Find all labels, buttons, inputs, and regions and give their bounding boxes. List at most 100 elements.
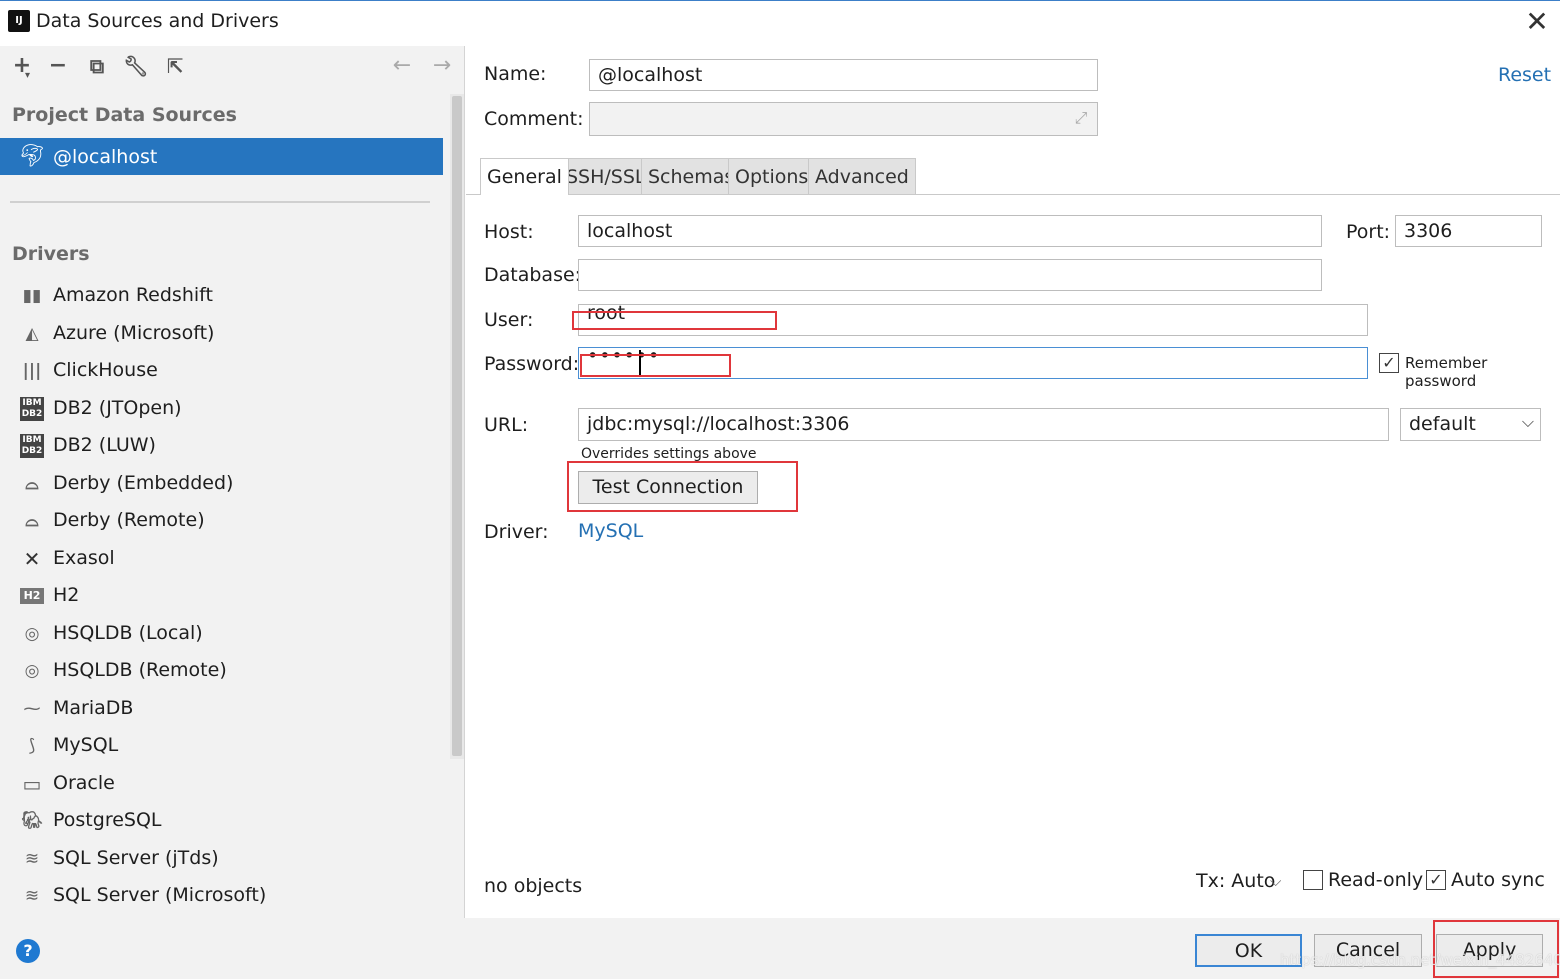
expand-icon[interactable]: ⤢ xyxy=(1071,108,1091,128)
name-input[interactable]: @localhost xyxy=(589,59,1098,91)
azure-icon: ◭ xyxy=(25,324,39,344)
redshift-icon: ▮▮ xyxy=(22,286,42,306)
driver-label: Amazon Redshift xyxy=(53,284,213,306)
driver-label: HSQLDB (Remote) xyxy=(53,659,227,681)
driver-label: Exasol xyxy=(53,547,115,569)
port-label: Port: xyxy=(1346,221,1391,243)
driver-label: Oracle xyxy=(53,772,115,794)
auto-sync-label: Auto sync xyxy=(1451,869,1545,891)
add-icon[interactable]: + ▾ xyxy=(8,52,36,81)
left-scrollbar-thumb[interactable] xyxy=(452,96,462,756)
driver-label: DB2 (JTOpen) xyxy=(53,397,182,419)
postgresql-icon: 🐘︎ xyxy=(21,811,43,831)
status-text: no objects xyxy=(484,875,583,897)
url-input[interactable]: jdbc:mysql://localhost:3306 xyxy=(578,408,1389,441)
driver-item-azure[interactable]: ◭ Azure (Microsoft) xyxy=(18,319,438,351)
back-arrow-icon[interactable]: ← xyxy=(388,52,416,80)
host-label: Host: xyxy=(484,221,534,243)
import-icon[interactable]: ⇱ xyxy=(161,52,189,80)
driver-item-hsqldb-remote[interactable]: ◎ HSQLDB (Remote) xyxy=(18,656,438,688)
overrides-note: Overrides settings above xyxy=(581,446,757,462)
url-mode-select[interactable]: default ⌵ xyxy=(1400,408,1541,441)
driver-label: Azure (Microsoft) xyxy=(53,322,215,344)
datasource-label: @localhost xyxy=(53,146,158,168)
tab-general[interactable]: General xyxy=(480,158,569,195)
tab-ssh-ssl[interactable]: SSH/SSL xyxy=(559,158,653,194)
password-label: Password: xyxy=(484,353,580,375)
driver-item-hsqldb-local[interactable]: ◎ HSQLDB (Local) xyxy=(18,619,438,651)
ibm-db2-icon: IBM DB2 xyxy=(20,397,44,421)
close-icon[interactable]: ✕ xyxy=(1523,6,1551,38)
mysql-icon: ⟆ xyxy=(28,736,36,756)
chevron-down-icon[interactable]: ⌵ xyxy=(1270,872,1281,890)
chevron-down-icon: ⌵ xyxy=(1521,412,1534,431)
driver-label: PostgreSQL xyxy=(53,809,162,831)
driver-item-mariadb[interactable]: ⁓ MariaDB xyxy=(18,694,438,726)
tab-options[interactable]: Options xyxy=(728,158,816,194)
driver-label: MariaDB xyxy=(53,697,134,719)
highlight-box-user xyxy=(572,311,777,330)
sqlserver-icon: ≋ xyxy=(24,886,40,906)
driver-label: Driver: xyxy=(484,521,549,543)
user-label: User: xyxy=(484,309,534,331)
driver-item-clickhouse[interactable]: ||| ClickHouse xyxy=(18,356,438,388)
driver-item-mysql[interactable]: ⟆ MySQL xyxy=(18,731,438,763)
divider xyxy=(10,201,430,203)
clickhouse-icon: ||| xyxy=(22,361,42,381)
database-label: Database: xyxy=(484,264,582,286)
reset-link[interactable]: Reset xyxy=(1498,64,1551,86)
read-only-label: Read-only xyxy=(1328,869,1424,891)
read-only-checkbox[interactable] xyxy=(1303,870,1323,890)
url-mode-value: default xyxy=(1409,413,1476,435)
tab-schemas[interactable]: Schemas xyxy=(641,158,742,194)
driver-item-oracle[interactable]: ▭ Oracle xyxy=(18,769,438,801)
driver-link[interactable]: MySQL xyxy=(578,520,643,542)
duplicate-icon[interactable]: ⧉ xyxy=(83,52,111,80)
project-data-sources-header: Project Data Sources xyxy=(12,104,237,126)
derby-icon: ⌓ xyxy=(25,474,39,494)
driver-label: SQL Server (jTds) xyxy=(53,847,219,869)
forward-arrow-icon[interactable]: → xyxy=(428,52,456,80)
host-input[interactable]: localhost xyxy=(578,215,1322,247)
driver-item-h2[interactable]: H2 H2 xyxy=(18,581,438,613)
oracle-icon: ▭ xyxy=(22,772,42,796)
sqlserver-icon: ≋ xyxy=(24,849,40,869)
driver-item-exasol[interactable]: ✕ Exasol xyxy=(18,544,438,576)
datasource-item-localhost[interactable]: 🐬︎ @localhost xyxy=(0,138,443,175)
driver-label: Derby (Embedded) xyxy=(53,472,234,494)
port-input[interactable]: 3306 xyxy=(1395,215,1542,247)
driver-item-sqlserver-jtds[interactable]: ≋ SQL Server (jTds) xyxy=(18,844,438,876)
remember-password-label: Remember password xyxy=(1405,354,1488,390)
driver-item-derby-remote[interactable]: ⌓ Derby (Remote) xyxy=(18,506,438,538)
name-label: Name: xyxy=(484,63,547,85)
auto-sync-checkbox[interactable]: ✓ xyxy=(1426,870,1446,890)
driver-label: Derby (Remote) xyxy=(53,509,205,531)
url-label: URL: xyxy=(484,414,529,436)
driver-item-postgresql[interactable]: 🐘︎ PostgreSQL xyxy=(18,806,438,838)
comment-input[interactable] xyxy=(589,102,1098,136)
tx-mode-dropdown[interactable]: Tx: Auto xyxy=(1196,870,1275,892)
tab-advanced[interactable]: Advanced xyxy=(808,158,916,194)
help-icon[interactable]: ? xyxy=(16,939,40,963)
remove-icon[interactable]: − xyxy=(44,52,72,80)
highlight-box-test-connection xyxy=(567,461,798,512)
hsqldb-icon: ◎ xyxy=(24,661,40,681)
driver-label: DB2 (LUW) xyxy=(53,434,156,456)
mysql-dolphin-icon: 🐬︎ xyxy=(18,144,46,169)
highlight-box-password xyxy=(580,354,731,377)
remember-password-checkbox[interactable]: ✓ xyxy=(1379,353,1399,373)
driver-item-sqlserver-microsoft[interactable]: ≋ SQL Server (Microsoft) xyxy=(18,881,438,913)
hsqldb-icon: ◎ xyxy=(24,624,40,644)
drivers-header: Drivers xyxy=(12,243,90,265)
driver-label: HSQLDB (Local) xyxy=(53,622,203,644)
driver-label: SQL Server (Microsoft) xyxy=(53,884,267,906)
driver-item-derby-embedded[interactable]: ⌓ Derby (Embedded) xyxy=(18,469,438,501)
wrench-icon[interactable]: 🔧︎ xyxy=(122,52,150,80)
database-input[interactable] xyxy=(578,259,1322,291)
exasol-icon: ✕ xyxy=(23,547,41,571)
derby-icon: ⌓ xyxy=(25,511,39,531)
driver-item-db2-luw[interactable]: IBM DB2 DB2 (LUW) xyxy=(18,431,438,463)
ibm-db2-icon: IBM DB2 xyxy=(20,434,44,458)
driver-item-amazon-redshift[interactable]: ▮▮ Amazon Redshift xyxy=(18,281,438,313)
driver-item-db2-jtopen[interactable]: IBM DB2 DB2 (JTOpen) xyxy=(18,394,438,426)
